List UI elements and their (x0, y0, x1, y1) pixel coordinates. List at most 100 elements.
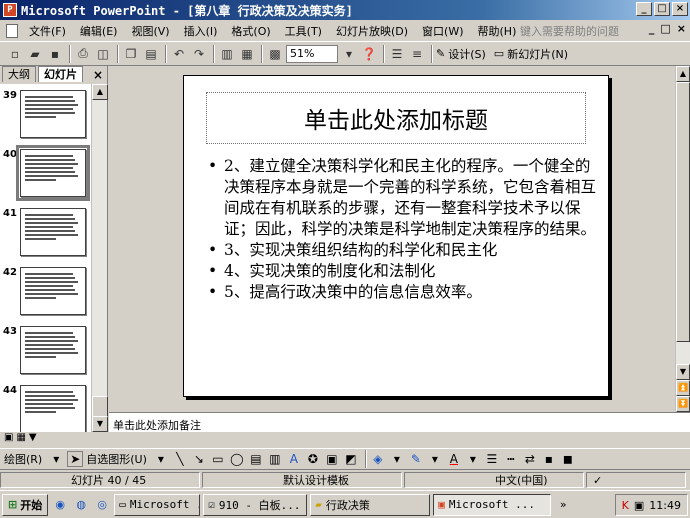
menu-format[interactable]: 格式(O) (224, 23, 277, 39)
dash-style-icon[interactable]: ┅ (503, 451, 519, 467)
design-button[interactable]: ✎ 设计(S) (436, 46, 486, 62)
network-icon[interactable]: ▣ (634, 499, 644, 512)
slide-thumbnail-preview[interactable] (20, 326, 86, 374)
document-icon[interactable] (6, 23, 18, 38)
slide-thumbnail-preview[interactable] (20, 208, 86, 256)
scroll-thumb[interactable] (676, 82, 690, 342)
grid-icon[interactable]: ▩ (266, 45, 284, 63)
font-color-icon[interactable]: A (446, 451, 462, 467)
doc-restore-button[interactable]: □ (660, 22, 670, 35)
fill-color-icon[interactable]: ◈ (370, 451, 386, 467)
slide-body-textbox[interactable]: 2、建立健全决策科学化和民主化的程序。一个健全的决策程序本身就是一个完善的科学系… (206, 156, 596, 303)
scroll-down-icon[interactable]: ▼ (676, 364, 690, 380)
autoshapes-button[interactable]: 自选图形(U) (86, 451, 147, 467)
slide-thumbnail[interactable]: 43 (0, 326, 92, 382)
scroll-up-icon[interactable]: ▲ (92, 84, 108, 100)
menu-view[interactable]: 视图(V) (124, 23, 176, 39)
print-preview-icon[interactable]: ◫ (94, 45, 112, 63)
line-color-icon[interactable]: ✎ (408, 451, 424, 467)
previous-slide-icon[interactable]: ⏫ (676, 380, 690, 396)
slide-title-placeholder[interactable]: 单击此处添加标题 (206, 92, 586, 144)
menu-window[interactable]: 窗口(W) (415, 23, 470, 39)
redo-icon[interactable]: ↷ (190, 45, 208, 63)
save-icon[interactable]: ▪ (46, 45, 64, 63)
taskbar-task[interactable]: ☑ 910 - 白板... (203, 493, 308, 516)
taskbar-overflow-icon[interactable]: » (554, 496, 572, 514)
undo-icon[interactable]: ↶ (170, 45, 188, 63)
zoom-select[interactable]: 51% (286, 44, 338, 63)
oval-icon[interactable]: ◯ (229, 451, 245, 467)
picture-icon[interactable]: ◩ (343, 451, 359, 467)
shadow-style-icon[interactable]: ▪ (541, 451, 557, 467)
help-question-input[interactable]: 键入需要帮助的问题 (520, 23, 619, 39)
slide-thumbnail[interactable]: 39 (0, 90, 92, 146)
notes-pane[interactable]: 单击此处添加备注 (109, 412, 690, 432)
doc-close-button[interactable]: × (677, 22, 686, 35)
slide-thumbnail-preview[interactable] (16, 145, 90, 201)
start-button[interactable]: ⊞ 开始 (2, 493, 49, 516)
clock[interactable]: 11:49 (649, 499, 681, 512)
help-icon[interactable]: ❓ (360, 45, 378, 63)
input-method-icon[interactable]: K (622, 499, 629, 512)
print-icon[interactable]: ⎙ (74, 45, 92, 63)
slide-thumbnail[interactable]: 40 (0, 145, 92, 205)
font-color-dropdown-icon[interactable]: ▾ (465, 451, 481, 467)
3d-style-icon[interactable]: ◼ (560, 451, 576, 467)
next-slide-icon[interactable]: ⏬ (676, 396, 690, 412)
scroll-up-icon[interactable]: ▲ (676, 66, 690, 82)
line-color-dropdown-icon[interactable]: ▾ (427, 451, 443, 467)
slide-thumbnail-preview[interactable] (20, 90, 86, 138)
draw-dropdown-arrow-icon[interactable]: ▾ (48, 451, 64, 467)
textbox-icon[interactable]: ▤ (248, 451, 264, 467)
line-icon[interactable]: ╲ (172, 451, 188, 467)
slide-thumbnail[interactable]: 42 (0, 267, 92, 323)
open-folder-icon[interactable]: ▰ (26, 45, 44, 63)
current-slide[interactable]: 单击此处添加标题 2、建立健全决策科学化和民主化的程序。一个健全的决策程序本身就… (183, 75, 609, 397)
clipart-icon[interactable]: ▣ (324, 451, 340, 467)
paste-icon[interactable]: ▤ (142, 45, 160, 63)
arrow-style-icon[interactable]: ⇄ (522, 451, 538, 467)
menu-tools[interactable]: 工具(T) (278, 23, 329, 39)
fill-color-dropdown-icon[interactable]: ▾ (389, 451, 405, 467)
thumbnail-scrollbar[interactable]: ▲ ▼ (91, 84, 108, 432)
quicklaunch-media-icon[interactable]: ◍ (72, 496, 90, 514)
close-button[interactable]: × (672, 2, 688, 16)
menu-slideshow[interactable]: 幻灯片放映(D) (329, 23, 415, 39)
diagram-icon[interactable]: ✪ (305, 451, 321, 467)
taskbar-task[interactable]: ▰ 行政决策 (310, 493, 431, 516)
copy-icon[interactable]: ❐ (122, 45, 140, 63)
wordart-icon[interactable]: A (286, 451, 302, 467)
powerpoint-app-icon[interactable]: P (3, 3, 17, 17)
menu-insert[interactable]: 插入(I) (177, 23, 225, 39)
numbering-icon[interactable]: ☰ (388, 45, 406, 63)
line-style-icon[interactable]: ☰ (484, 451, 500, 467)
select-pointer-icon[interactable]: ➤ (67, 451, 84, 467)
bullets-icon[interactable]: ≡ (408, 45, 426, 63)
slide-sorter-view-icon[interactable]: ▦ (16, 432, 25, 446)
taskbar-task[interactable]: ▭ Microsoft ... (114, 493, 201, 516)
normal-view-icon[interactable]: ▣ (4, 432, 13, 446)
slide-thumbnail-preview[interactable] (20, 267, 86, 315)
new-slide-button[interactable]: ▭ 新幻灯片(N) (494, 46, 568, 62)
menu-help[interactable]: 帮助(H) (471, 23, 524, 39)
slide-scrollbar[interactable]: ▲ ▼ ⏫ ⏬ (675, 66, 690, 412)
menu-file[interactable]: 文件(F) (22, 23, 73, 39)
doc-minimize-button[interactable]: _ (649, 22, 655, 35)
arrow-icon[interactable]: ↘ (191, 451, 207, 467)
vertical-textbox-icon[interactable]: ▥ (267, 451, 283, 467)
new-icon[interactable]: ▫ (6, 45, 24, 63)
draw-menu-button[interactable]: 绘图(R) (4, 451, 42, 467)
tab-outline[interactable]: 大纲 (2, 66, 36, 82)
rectangle-icon[interactable]: ▭ (210, 451, 226, 467)
minimize-button[interactable]: _ (636, 2, 652, 16)
slide-thumbnail[interactable]: 44 (0, 385, 92, 432)
quicklaunch-browser-icon[interactable]: ◉ (51, 496, 69, 514)
chart-icon[interactable]: ▥ (218, 45, 236, 63)
zoom-dropdown-arrow-icon[interactable]: ▾ (340, 45, 358, 63)
slideshow-view-icon[interactable]: ▼ (29, 432, 37, 446)
autoshapes-dropdown-arrow-icon[interactable]: ▾ (153, 451, 169, 467)
taskbar-task-active[interactable]: ▣ Microsoft ... (433, 493, 552, 516)
quicklaunch-desktop-icon[interactable]: ◎ (93, 496, 111, 514)
scroll-down-icon[interactable]: ▼ (92, 416, 108, 432)
slide-thumbnail[interactable]: 41 (0, 208, 92, 264)
